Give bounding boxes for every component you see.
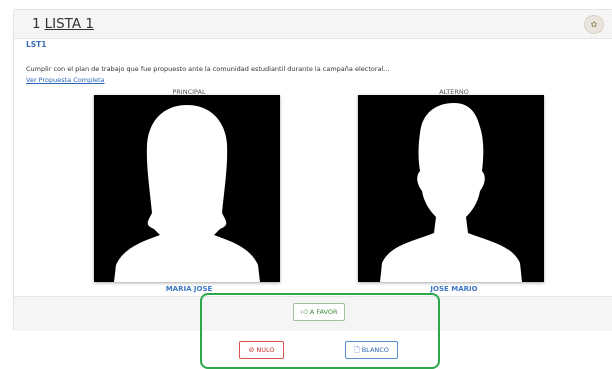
thumbs-up-icon: 👍︎ [300, 307, 308, 316]
file-icon: 🗋︎ [354, 345, 360, 354]
ban-icon: ⊘ [248, 345, 255, 354]
see-full-proposal-link[interactable]: Ver Propuesta Completa [26, 76, 105, 84]
card-header: 1 LISTA 1 ✿ [14, 10, 612, 39]
female-silhouette-icon [94, 95, 280, 282]
list-number: 1 [32, 16, 41, 32]
vote-null-button[interactable]: ⊘ NULO [239, 341, 284, 359]
vote-favor-label: A FAVOR [309, 308, 338, 316]
list-code: LST1 [26, 40, 47, 49]
male-silhouette-icon [358, 95, 544, 282]
vote-blank-button[interactable]: 🗋︎ BLANCO [345, 341, 398, 359]
proposal-text: Cumplir con el plan de trabajo que fue p… [26, 65, 390, 73]
alterno-candidate-name: JOSE MARIO [430, 285, 478, 293]
list-name: LISTA 1 [44, 16, 94, 32]
ballot-card: 1 LISTA 1 ✿ LST1 Cumplir con el plan de t… [13, 9, 612, 331]
vote-favor-button[interactable]: 👍︎ A FAVOR [293, 303, 345, 321]
vote-null-label: NULO [256, 346, 275, 354]
principal-candidate-name: MARIA JOSE [165, 285, 213, 293]
page-title: 1 LISTA 1 [32, 16, 94, 32]
vote-blank-label: BLANCO [361, 346, 389, 354]
party-logo-icon: ✿ [584, 15, 604, 34]
